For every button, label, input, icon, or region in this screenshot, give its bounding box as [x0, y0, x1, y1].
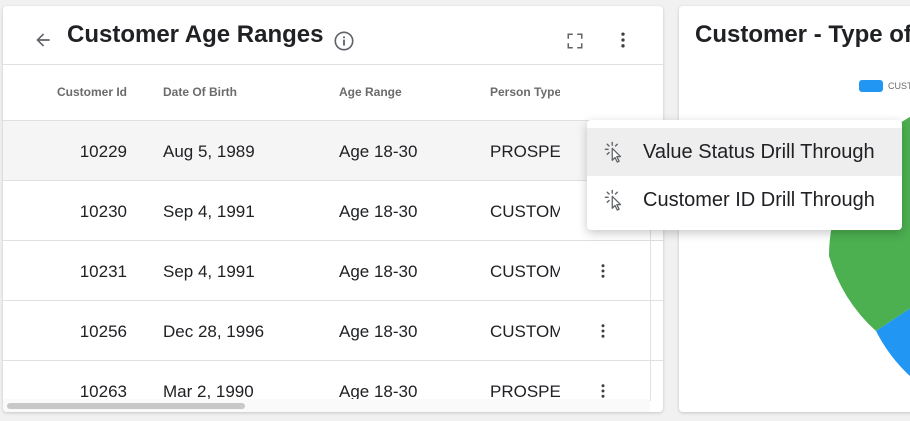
- cell-age-range: Age 18-30: [339, 202, 418, 221]
- cell-age-range: Age 18-30: [339, 322, 418, 341]
- cell-date-of-birth: Sep 4, 1991: [163, 202, 255, 221]
- cell-date-of-birth: Dec 28, 1996: [163, 322, 265, 341]
- back-arrow-icon[interactable]: [31, 28, 55, 52]
- cell-person-type: CUSTOM: [490, 262, 560, 281]
- menu-item-customer-id-drill-through[interactable]: Customer ID Drill Through: [587, 176, 902, 224]
- cell-person-type: CUSTOM: [490, 322, 560, 341]
- column-header-customer-id[interactable]: Customer Id: [57, 85, 127, 99]
- customer-age-ranges-card: Customer Age Ranges Customer Id Date Of …: [3, 6, 663, 412]
- table-row[interactable]: 10229 Aug 5, 1989 Age 18-30 PROSPEC: [3, 121, 663, 181]
- row-more-vert-icon[interactable]: [593, 381, 613, 401]
- column-header-date-of-birth[interactable]: Date Of Birth: [163, 85, 237, 99]
- cell-date-of-birth: Aug 5, 1989: [163, 142, 255, 161]
- drill-through-menu: Value Status Drill Through Customer ID D…: [587, 120, 902, 230]
- drill-cursor-icon: [603, 188, 627, 212]
- cell-customer-id: 10256: [79, 322, 127, 341]
- column-header-person-type[interactable]: Person Type: [490, 85, 560, 99]
- fullscreen-icon[interactable]: [563, 29, 587, 53]
- horizontal-scrollbar-thumb[interactable]: [7, 403, 245, 409]
- cell-person-type: CUSTOM: [490, 202, 560, 221]
- row-more-vert-icon[interactable]: [593, 261, 613, 281]
- table-header: Customer Id Date Of Birth Age Range Pers…: [3, 64, 663, 121]
- menu-item-value-status-drill-through[interactable]: Value Status Drill Through: [587, 128, 902, 176]
- row-more-vert-icon[interactable]: [593, 321, 613, 341]
- table-row[interactable]: 10256 Dec 28, 1996 Age 18-30 CUSTOM: [3, 301, 663, 361]
- cell-age-range: Age 18-30: [339, 262, 418, 281]
- cell-customer-id: 10229: [79, 142, 127, 161]
- cell-age-range: Age 18-30: [339, 142, 418, 161]
- cell-date-of-birth: Sep 4, 1991: [163, 262, 255, 281]
- more-vert-icon[interactable]: [611, 28, 635, 52]
- table-row[interactable]: 10230 Sep 4, 1991 Age 18-30 CUSTOM: [3, 181, 663, 241]
- column-header-age-range[interactable]: Age Range: [339, 85, 402, 99]
- menu-item-label: Value Status Drill Through: [643, 140, 875, 163]
- cell-person-type: PROSPEC: [490, 142, 560, 161]
- menu-item-label: Customer ID Drill Through: [643, 188, 875, 211]
- info-icon[interactable]: [331, 28, 357, 54]
- drill-cursor-icon: [603, 140, 627, 164]
- cell-customer-id: 10230: [79, 202, 127, 221]
- table-row[interactable]: 10231 Sep 4, 1991 Age 18-30 CUSTOM: [3, 241, 663, 301]
- panel-title: Customer Age Ranges: [67, 21, 324, 48]
- cell-customer-id: 10231: [79, 262, 127, 281]
